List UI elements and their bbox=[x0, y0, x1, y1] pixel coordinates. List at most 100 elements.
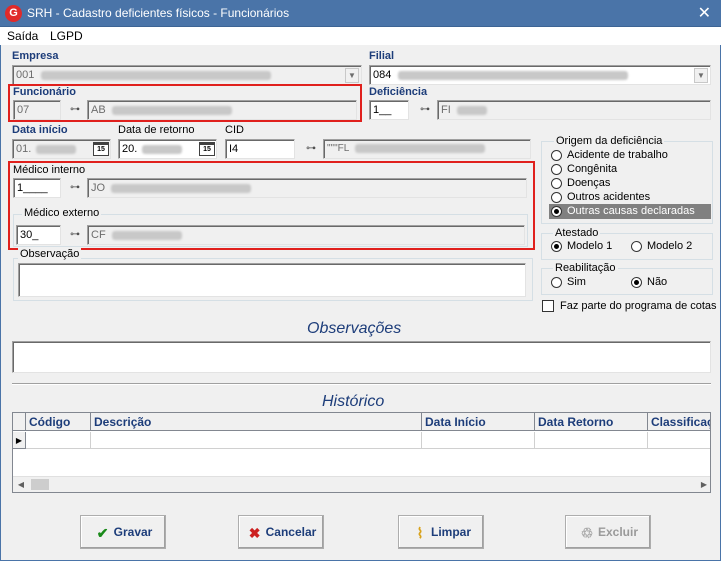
window-title: SRH - Cadastro deficientes físicos - Fun… bbox=[27, 6, 290, 20]
limpar-button[interactable]: ⌇ Limpar bbox=[398, 515, 484, 549]
data-inicio-label: Data início bbox=[12, 124, 68, 136]
medico-interno-code-field[interactable]: 1____ bbox=[13, 178, 61, 198]
medico-externo-code-field[interactable]: 30_ bbox=[16, 225, 61, 245]
cid-label: CID bbox=[225, 124, 244, 136]
checkmark-icon: ✔ bbox=[96, 524, 109, 541]
medico-externo-code: 30_ bbox=[20, 229, 39, 241]
radio-button[interactable] bbox=[551, 150, 562, 161]
deficiencia-name-redacted bbox=[456, 105, 487, 115]
gravar-button[interactable]: ✔ Gravar bbox=[80, 515, 166, 549]
origem-option-label: Outros acidentes bbox=[567, 191, 651, 203]
chevron-down-icon[interactable]: ▼ bbox=[694, 68, 708, 83]
cid-code-field[interactable]: I4 bbox=[225, 139, 295, 159]
grid-header: Código Descrição Data Início Data Retorn… bbox=[13, 413, 710, 431]
medico-interno-name-redacted bbox=[111, 183, 252, 193]
data-retorno-label: Data de retorno bbox=[118, 124, 195, 136]
deficiencia-code-field[interactable]: 1__ bbox=[369, 100, 409, 120]
empresa-label: Empresa bbox=[12, 50, 59, 62]
menu-saida[interactable]: Saída bbox=[7, 29, 38, 43]
radio-button[interactable] bbox=[551, 164, 562, 175]
origem-option-label: Doenças bbox=[567, 177, 611, 189]
origem-title: Origem da deficiência bbox=[554, 135, 665, 147]
radio-button-selected[interactable] bbox=[551, 241, 562, 252]
historico-grid[interactable]: Código Descrição Data Início Data Retorn… bbox=[12, 412, 711, 493]
medico-interno-name-field: JO bbox=[87, 178, 527, 198]
medico-externo-name: CF bbox=[91, 229, 106, 241]
table-cell[interactable] bbox=[535, 432, 648, 449]
table-cell[interactable] bbox=[26, 432, 91, 449]
scroll-thumb[interactable] bbox=[31, 479, 49, 490]
empresa-name-redacted bbox=[41, 70, 272, 80]
chevron-down-icon[interactable]: ▼ bbox=[345, 68, 359, 83]
row-indicator-icon: ▶ bbox=[13, 432, 26, 449]
observacoes-input[interactable] bbox=[12, 341, 711, 373]
calendar-icon[interactable]: 15 bbox=[199, 142, 215, 156]
origem-option-label: Outras causas declaradas bbox=[567, 205, 695, 217]
binoculars-icon[interactable]: ⊶ bbox=[68, 229, 82, 241]
horizontal-scrollbar[interactable]: ◀ ▶ bbox=[13, 476, 710, 492]
form-client-area: Empresa 001 ▼ Filial 084 ▼ Funcionário 0… bbox=[0, 45, 721, 561]
funcionario-name-field: AB bbox=[87, 100, 357, 120]
empresa-select[interactable]: 001 ▼ bbox=[12, 65, 362, 85]
scroll-left-icon[interactable]: ◀ bbox=[14, 478, 28, 492]
binoculars-icon[interactable]: ⊶ bbox=[304, 143, 318, 155]
broom-icon: ⌇ bbox=[416, 524, 424, 541]
radio-button-selected[interactable] bbox=[631, 277, 642, 288]
column-header-codigo[interactable]: Código bbox=[26, 413, 91, 431]
data-retorno-redacted bbox=[142, 144, 183, 154]
table-cell[interactable] bbox=[91, 432, 422, 449]
divider bbox=[12, 383, 711, 385]
reabilitacao-option-label: Sim bbox=[567, 276, 586, 288]
limpar-label: Limpar bbox=[430, 525, 471, 539]
filial-label: Filial bbox=[369, 50, 395, 62]
programa-cotas-checkbox[interactable] bbox=[542, 300, 554, 312]
programa-cotas-label: Faz parte do programa de cotas bbox=[560, 300, 717, 312]
app-logo-icon: G bbox=[5, 5, 22, 22]
reabilitacao-option-label: Não bbox=[647, 276, 668, 288]
origem-option-label: Congênita bbox=[567, 163, 618, 175]
funcionario-code-field[interactable]: 07 bbox=[13, 100, 61, 120]
binoculars-icon[interactable]: ⊶ bbox=[418, 104, 432, 116]
funcionario-label: Funcionário bbox=[13, 86, 76, 98]
radio-button[interactable] bbox=[551, 277, 562, 288]
medico-externo-name-redacted bbox=[111, 230, 182, 240]
filial-name-redacted bbox=[398, 70, 629, 80]
medico-interno-label: Médico interno bbox=[13, 164, 86, 176]
title-bar: G SRH - Cadastro deficientes físicos - F… bbox=[0, 0, 721, 27]
observacao-input[interactable] bbox=[18, 263, 526, 297]
deficiencia-label: Deficiência bbox=[369, 86, 428, 98]
binoculars-icon[interactable]: ⊶ bbox=[68, 182, 82, 194]
table-cell[interactable] bbox=[648, 432, 710, 449]
column-header-data-retorno[interactable]: Data Retorno bbox=[535, 413, 648, 431]
filial-code: 084 bbox=[373, 69, 392, 81]
binoculars-icon[interactable]: ⊶ bbox=[68, 104, 82, 116]
atestado-title: Atestado bbox=[553, 227, 601, 239]
deficiencia-name: FI bbox=[441, 104, 451, 116]
data-retorno-value: 20. bbox=[122, 143, 138, 155]
menu-bar: Saída LGPD bbox=[0, 27, 721, 45]
calendar-icon[interactable]: 15 bbox=[93, 142, 109, 156]
atestado-option-label: Modelo 2 bbox=[647, 240, 693, 252]
excluir-button[interactable]: ♲ Excluir bbox=[565, 515, 651, 549]
cancelar-button[interactable]: ✖ Cancelar bbox=[238, 515, 324, 549]
radio-button[interactable] bbox=[551, 178, 562, 189]
radio-button[interactable] bbox=[551, 192, 562, 203]
medico-interno-code: 1____ bbox=[17, 182, 48, 194]
scroll-right-icon[interactable]: ▶ bbox=[697, 478, 710, 492]
deficiencia-code: 1__ bbox=[373, 104, 392, 116]
menu-lgpd[interactable]: LGPD bbox=[50, 29, 83, 43]
medico-externo-name-field: CF bbox=[87, 225, 525, 245]
radio-button-selected[interactable] bbox=[551, 206, 562, 217]
table-cell[interactable] bbox=[422, 432, 535, 449]
filial-select[interactable]: 084 ▼ bbox=[369, 65, 711, 85]
x-cancel-icon: ✖ bbox=[248, 524, 261, 541]
funcionario-name: AB bbox=[91, 104, 106, 116]
column-header-descricao[interactable]: Descrição bbox=[91, 413, 422, 431]
funcionario-name-redacted bbox=[111, 105, 232, 115]
deficiencia-name-field: FI bbox=[437, 100, 711, 120]
medico-externo-label: Médico externo bbox=[22, 207, 102, 219]
column-header-classificacao[interactable]: Classificaç bbox=[648, 413, 710, 431]
close-icon[interactable]: ✕ bbox=[698, 3, 711, 23]
radio-button[interactable] bbox=[631, 241, 642, 252]
column-header-data-inicio[interactable]: Data Início bbox=[422, 413, 535, 431]
